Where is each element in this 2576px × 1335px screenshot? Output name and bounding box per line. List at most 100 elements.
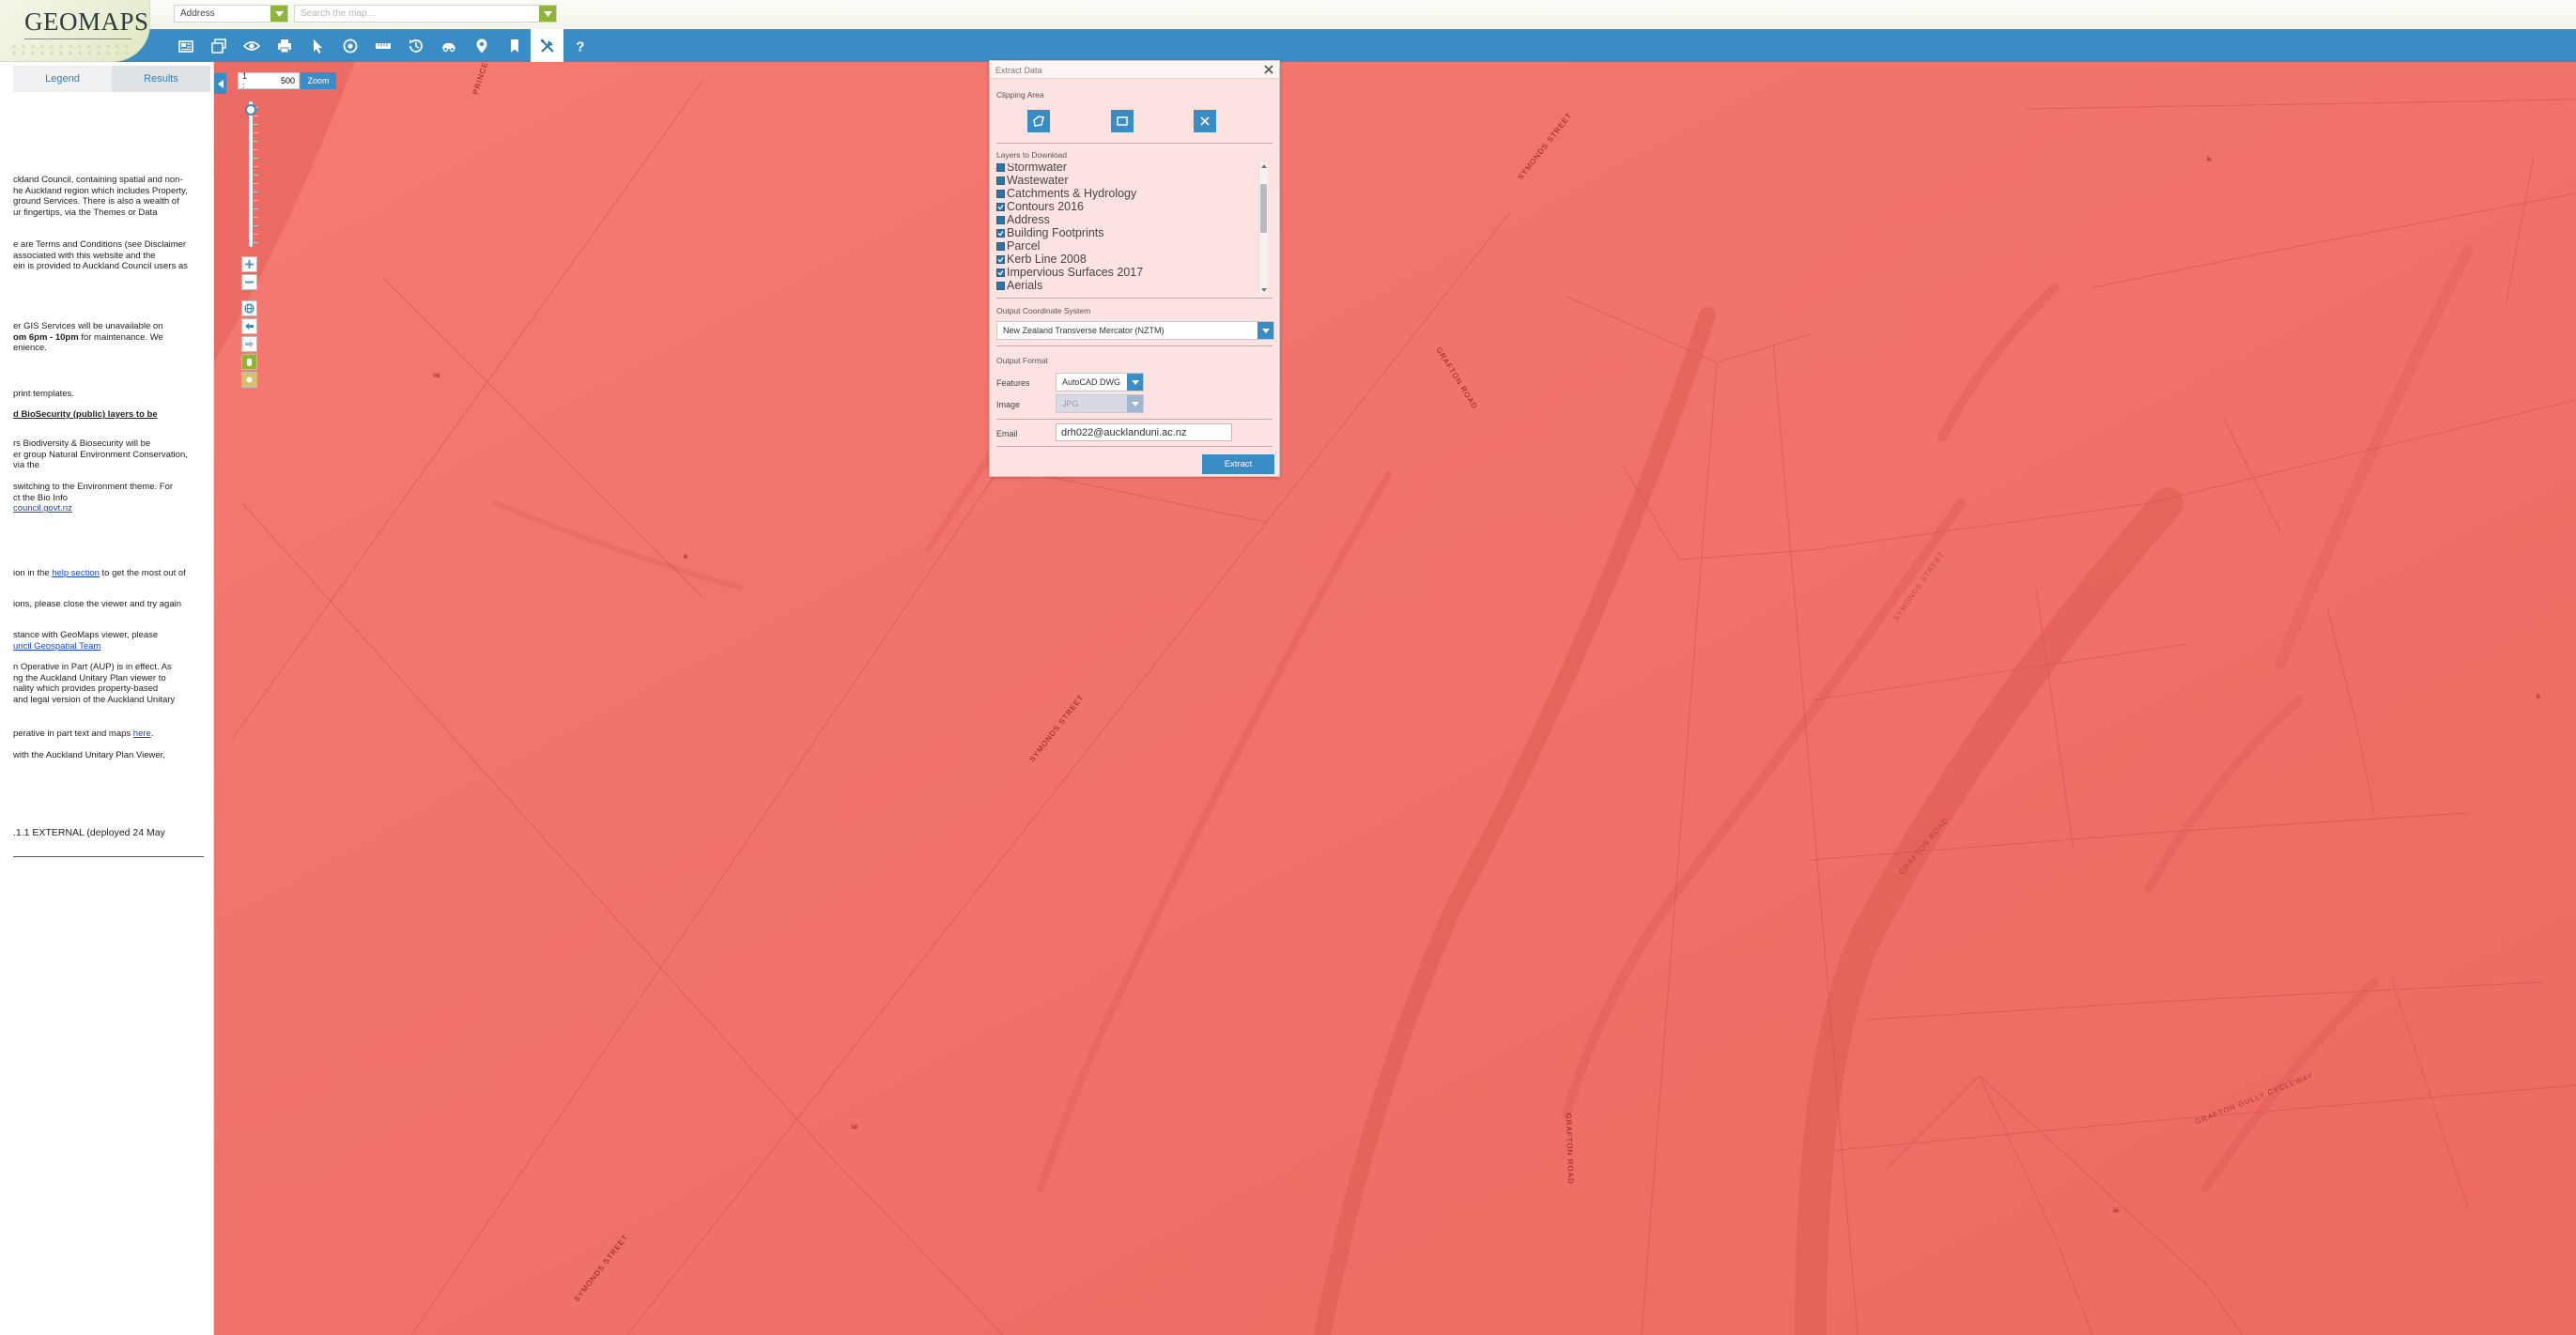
layer-item-impervious-surfaces[interactable]: Impervious Surfaces 2017 (996, 266, 1143, 279)
car-icon[interactable] (432, 29, 465, 62)
chevron-down-icon[interactable] (1127, 374, 1143, 391)
checkbox-checked[interactable] (996, 254, 1005, 264)
scroll-up-icon[interactable] (1261, 164, 1267, 168)
zoom-button[interactable]: Zoom (301, 72, 336, 89)
checkbox[interactable] (996, 189, 1005, 198)
parcel-label: 3 (2536, 694, 2540, 699)
layers-icon[interactable] (202, 29, 235, 62)
collapse-panel-button[interactable] (214, 73, 226, 94)
previous-extent-button[interactable] (241, 318, 257, 334)
layer-item-building-footprints[interactable]: Building Footprints (996, 226, 1104, 239)
layer-label: Stormwater (1007, 163, 1067, 174)
parcel-label: 3 (2206, 157, 2211, 162)
checkbox-checked[interactable] (996, 228, 1005, 238)
tools-icon[interactable] (531, 29, 563, 62)
layer-label: Impervious Surfaces 2017 (1007, 266, 1144, 279)
history-icon[interactable] (399, 29, 432, 62)
slider-tick (254, 217, 258, 218)
print-icon[interactable] (268, 29, 301, 62)
help-icon[interactable]: ? (563, 29, 596, 62)
search-input[interactable] (295, 6, 539, 22)
pointer-icon[interactable] (301, 29, 333, 62)
full-extent-button[interactable] (241, 300, 257, 316)
layers-to-download-label: Layers to Download (996, 150, 1068, 160)
layer-item-kerb-line[interactable]: Kerb Line 2008 (996, 253, 1087, 266)
checkbox[interactable] (996, 176, 1005, 185)
layer-item-address[interactable]: Address (996, 213, 1050, 226)
next-extent-button[interactable] (241, 336, 257, 352)
checkbox[interactable] (996, 215, 1005, 224)
help-section-link[interactable]: help section (52, 568, 100, 578)
dialog-title: Extract Data (995, 66, 1042, 75)
text-fragment: perative in part text and maps (13, 729, 133, 739)
layers-scrollbar[interactable] (1258, 162, 1268, 294)
scroll-thumb[interactable] (1260, 184, 1267, 233)
checkbox[interactable] (996, 241, 1005, 251)
features-format-select[interactable]: AutoCAD DWG (1056, 373, 1144, 391)
layer-item-catchments[interactable]: Catchments & Hydrology (996, 187, 1136, 200)
checkbox-checked[interactable] (996, 202, 1005, 211)
search-category-select[interactable]: Address (174, 5, 288, 23)
pan-button[interactable] (241, 354, 257, 370)
text-fragment: ion in the (13, 568, 53, 578)
chevron-down-icon[interactable] (1257, 322, 1273, 339)
extract-button[interactable]: Extract (1202, 454, 1274, 474)
checkbox-checked[interactable] (996, 268, 1005, 277)
zoom-in-button[interactable] (241, 256, 257, 272)
email-field[interactable] (1056, 423, 1232, 441)
map-canvas[interactable]: PRINCES SYMONDS STREET GRAFTON ROAD SYMO… (214, 62, 2576, 1335)
text-line: rs Biodiversity & Biosecurity will be (13, 438, 151, 449)
panel-tabs: Legend Results (13, 66, 210, 92)
clear-clipping-button[interactable] (1194, 110, 1216, 132)
polygon-icon (1033, 115, 1044, 127)
scroll-down-icon[interactable] (1261, 288, 1267, 292)
draw-polygon-button[interactable] (1027, 110, 1050, 132)
draw-rectangle-button[interactable] (1111, 110, 1134, 132)
layer-item-wastewater[interactable]: Wastewater (996, 174, 1069, 187)
maintenance-paragraph: er GIS Services will be unavailable on o… (13, 321, 163, 354)
text-line: ions, please close the viewer and try ag… (13, 599, 182, 609)
tab-results[interactable]: Results (112, 66, 210, 92)
locate-me-button[interactable] (241, 372, 257, 388)
layer-item-aerials[interactable]: Aerials (996, 279, 1042, 292)
slider-tick (254, 242, 258, 243)
bookmark-icon[interactable] (498, 29, 531, 62)
checkbox[interactable] (996, 281, 1005, 290)
check-icon (997, 230, 1004, 236)
logo-underline (24, 38, 131, 39)
pin-icon[interactable] (465, 29, 498, 62)
text-line: .1.1 EXTERNAL (deployed 24 May (13, 827, 165, 838)
target-icon[interactable] (333, 29, 366, 62)
chevron-down-icon[interactable] (539, 6, 556, 22)
zoom-out-button[interactable] (241, 274, 257, 290)
text-line: nality which provides property-based (13, 683, 159, 695)
ruler-icon[interactable] (366, 29, 399, 62)
layer-item-stormwater[interactable]: Stormwater (996, 163, 1067, 174)
section-divider (996, 143, 1273, 144)
chevron-left-icon (217, 79, 224, 88)
here-link[interactable]: here (133, 729, 151, 739)
close-icon[interactable] (1263, 64, 1274, 75)
catalog-icon[interactable] (169, 29, 202, 62)
checkbox[interactable] (996, 163, 1005, 172)
geospatial-team-link[interactable]: uncil Geospatial Team (13, 641, 100, 652)
eye-icon[interactable] (235, 29, 268, 62)
hand-icon (247, 359, 252, 366)
slider-thumb[interactable] (245, 103, 256, 115)
bioinfo-link[interactable]: council.govt.nz (13, 503, 72, 514)
chevron-down-icon[interactable] (270, 6, 287, 22)
layer-item-parcel[interactable]: Parcel (996, 239, 1040, 253)
zoom-slider[interactable] (245, 101, 258, 247)
text-line: ein is provided to Auckland Council user… (13, 261, 188, 272)
close-viewer-paragraph: ions, please close the viewer and try ag… (13, 599, 181, 610)
coordinate-system-select[interactable]: New Zealand Transverse Mercator (NZTM) (996, 321, 1274, 340)
layer-label: Kerb Line 2008 (1007, 253, 1087, 266)
layer-label: Contours 2016 (1007, 200, 1085, 213)
dialog-header: Extract Data (990, 61, 1279, 79)
layer-item-contours[interactable]: Contours 2016 (996, 200, 1084, 213)
text-line: and legal version of the Auckland Unitar… (13, 694, 176, 705)
assistance-paragraph: stance with GeoMaps viewer, please uncil… (13, 630, 158, 652)
tab-legend[interactable]: Legend (13, 66, 112, 92)
geomaps-logo[interactable]: GEOMAPS (0, 0, 150, 62)
scale-input[interactable] (250, 76, 295, 85)
